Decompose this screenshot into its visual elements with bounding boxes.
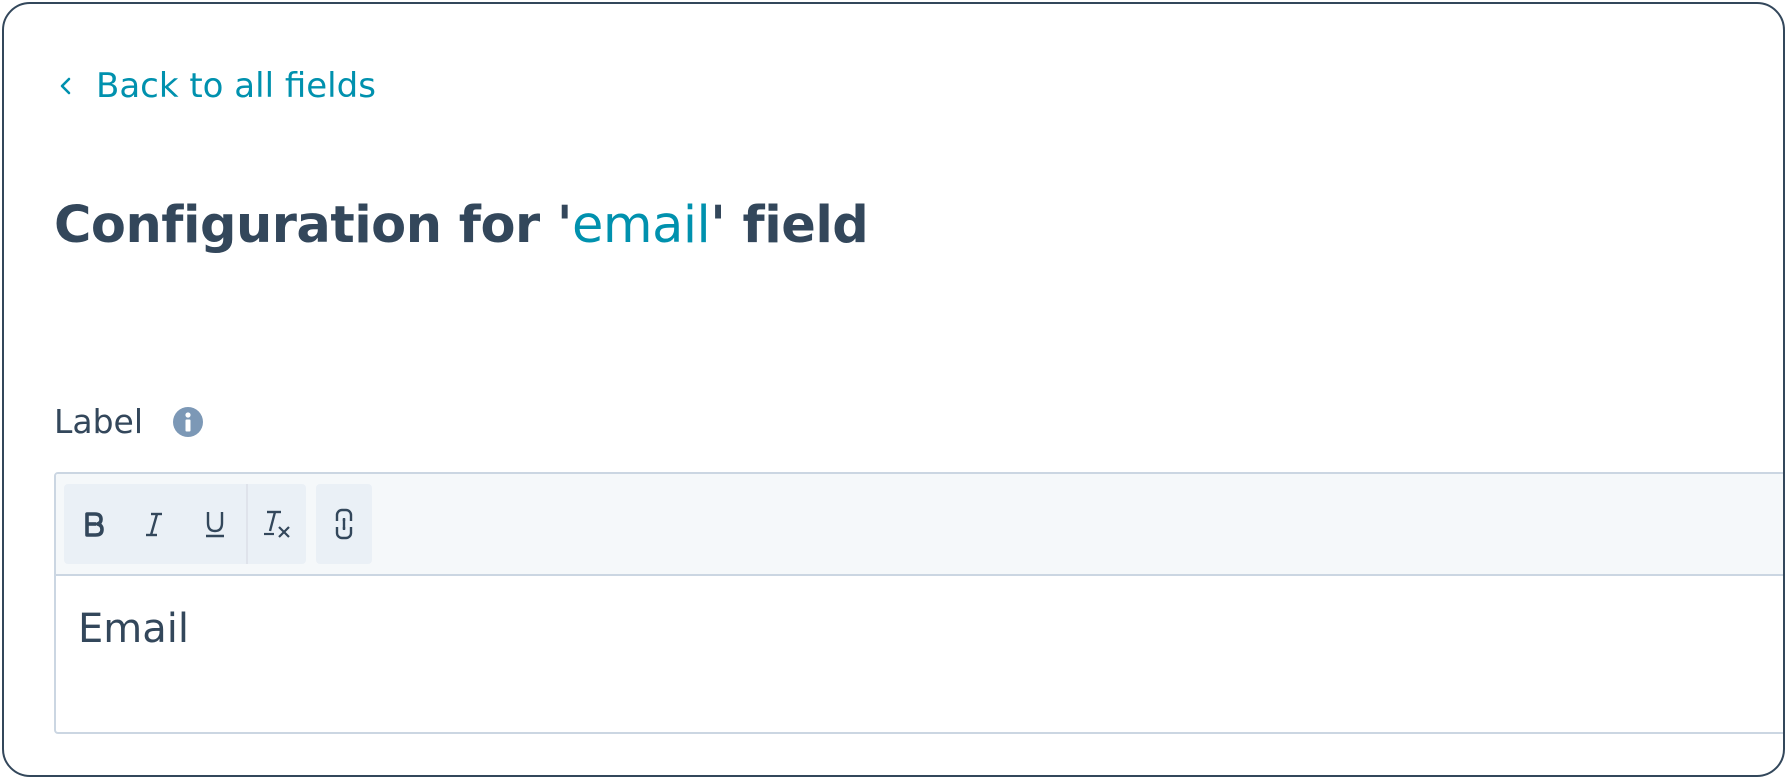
- label-rich-text-editor: Email: [54, 472, 1783, 734]
- italic-button[interactable]: [124, 484, 184, 564]
- underline-icon: [206, 512, 224, 538]
- page-title-suffix: ' field: [710, 196, 869, 255]
- back-to-all-fields-link[interactable]: Back to all fields: [56, 66, 376, 106]
- link-icon: [335, 508, 353, 540]
- format-button-group: [64, 484, 306, 564]
- label-text-area[interactable]: Email: [56, 576, 1783, 682]
- clear-formatting-button[interactable]: [248, 484, 306, 564]
- window-frame: Back to all fields Configuration for 'em…: [2, 2, 1785, 777]
- label-field-header: Label: [54, 402, 205, 441]
- link-button-group: [316, 484, 372, 564]
- page-title: Configuration for 'email' field: [54, 194, 869, 258]
- clear-formatting-icon: [264, 510, 290, 538]
- back-link-label: Back to all fields: [96, 66, 376, 106]
- info-icon[interactable]: [171, 405, 205, 439]
- chevron-left-icon: [60, 77, 71, 95]
- bold-button[interactable]: [64, 484, 124, 564]
- editor-toolbar: [56, 474, 1783, 576]
- italic-icon: [146, 512, 162, 537]
- label-field-label: Label: [54, 402, 144, 441]
- page-title-prefix: Configuration for ': [54, 196, 573, 255]
- link-button[interactable]: [316, 484, 372, 564]
- page-title-field-name: email: [572, 196, 711, 255]
- bold-icon: [85, 512, 104, 537]
- underline-button[interactable]: [184, 484, 246, 564]
